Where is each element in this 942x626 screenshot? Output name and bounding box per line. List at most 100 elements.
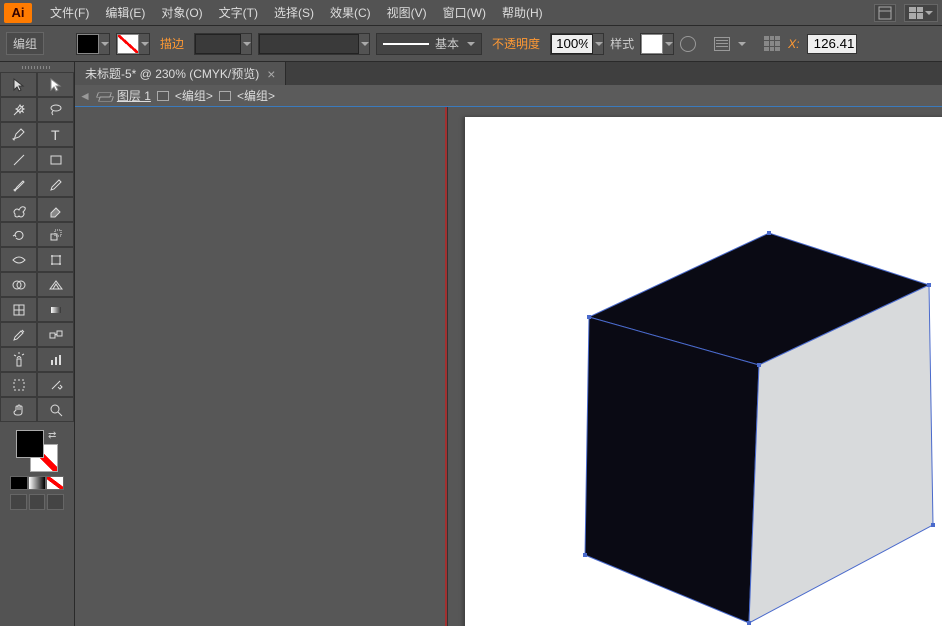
fill-swatch[interactable] <box>76 33 110 55</box>
width-tool[interactable] <box>0 247 37 272</box>
color-mode-fill[interactable] <box>10 476 28 490</box>
artboard: jingy <box>465 117 942 626</box>
workspace-switcher[interactable] <box>904 4 938 22</box>
paintbrush-tool[interactable] <box>0 172 37 197</box>
scale-tool[interactable] <box>37 222 74 247</box>
eyedropper-tool[interactable] <box>0 322 37 347</box>
menu-file[interactable]: 文件(F) <box>42 4 97 21</box>
menu-bar: Ai 文件(F) 编辑(E) 对象(O) 文字(T) 选择(S) 效果(C) 视… <box>0 0 942 26</box>
pen-tool[interactable] <box>0 122 37 147</box>
perspective-grid-tool[interactable] <box>37 272 74 297</box>
opacity-field[interactable] <box>551 34 593 54</box>
arrange-documents-icon[interactable] <box>874 4 896 22</box>
free-transform-tool[interactable] <box>37 247 74 272</box>
hand-tool[interactable] <box>0 397 37 422</box>
menu-edit[interactable]: 编辑(E) <box>97 4 153 21</box>
menu-help[interactable]: 帮助(H) <box>494 4 551 21</box>
mesh-tool[interactable] <box>0 297 37 322</box>
variable-width-profile[interactable] <box>258 33 370 55</box>
brush-definition-label: 基本 <box>435 35 459 52</box>
stroke-label[interactable]: 描边 <box>156 35 188 52</box>
chevron-down-icon <box>361 42 369 46</box>
document-tab[interactable]: 未标题-5* @ 230% (CMYK/预览) × <box>75 62 286 85</box>
selection-type-label: 编组 <box>6 32 44 55</box>
stroke-swatch[interactable] <box>116 33 150 55</box>
workspace: T ⇄ <box>0 62 942 626</box>
group-icon <box>157 91 169 101</box>
document-tab-title: 未标题-5* @ 230% (CMYK/预览) <box>85 65 259 82</box>
chevron-down-icon <box>243 42 251 46</box>
rectangle-tool[interactable] <box>37 147 74 172</box>
menu-view[interactable]: 视图(V) <box>379 4 435 21</box>
chevron-down-icon <box>665 42 673 46</box>
color-picker-zone: ⇄ <box>0 422 74 516</box>
swap-fill-stroke-icon[interactable]: ⇄ <box>48 430 58 440</box>
blob-brush-tool[interactable] <box>0 197 37 222</box>
isolation-breadcrumb: ◄ 图层 1 <编组> <编组> <box>75 85 942 107</box>
color-mode-none[interactable] <box>46 476 64 490</box>
gradient-tool[interactable] <box>37 297 74 322</box>
shape-builder-tool[interactable] <box>0 272 37 297</box>
breadcrumb-group-1[interactable]: <编组> <box>175 87 213 104</box>
chevron-down-icon <box>467 42 475 46</box>
layers-icon <box>97 90 111 102</box>
chevron-down-icon <box>738 42 746 46</box>
blend-tool[interactable] <box>37 322 74 347</box>
control-bar: 编组 描边 基本 不透明度 样式 X: <box>0 26 942 62</box>
draw-inside-icon[interactable] <box>47 494 64 510</box>
panel-grip[interactable] <box>0 62 74 72</box>
opacity-label[interactable]: 不透明度 <box>488 35 544 52</box>
close-tab-icon[interactable]: × <box>267 66 275 82</box>
transform-icon[interactable] <box>764 36 780 52</box>
menu-effect[interactable]: 效果(C) <box>322 4 379 21</box>
document-area: 未标题-5* @ 230% (CMYK/预览) × ◄ 图层 1 <编组> <编… <box>75 62 942 626</box>
direct-selection-tool[interactable] <box>37 72 74 97</box>
color-mode-gradient[interactable] <box>28 476 46 490</box>
chevron-down-icon <box>141 42 149 46</box>
menu-select[interactable]: 选择(S) <box>266 4 322 21</box>
pencil-tool[interactable] <box>37 172 74 197</box>
magic-wand-tool[interactable] <box>0 97 37 122</box>
stroke-weight-input[interactable] <box>194 33 252 55</box>
recolor-artwork-icon[interactable] <box>680 36 696 52</box>
draw-behind-icon[interactable] <box>29 494 46 510</box>
chevron-down-icon <box>595 42 603 46</box>
symbol-sprayer-tool[interactable] <box>0 347 37 372</box>
breadcrumb-layer[interactable]: 图层 1 <box>117 87 151 104</box>
menu-type[interactable]: 文字(T) <box>211 4 266 21</box>
menu-window[interactable]: 窗口(W) <box>435 4 494 21</box>
artboard-tool[interactable] <box>0 372 37 397</box>
rotate-tool[interactable] <box>0 222 37 247</box>
breadcrumb-group-2[interactable]: <编组> <box>237 87 275 104</box>
app-logo: Ai <box>4 3 32 23</box>
chevron-down-icon <box>101 42 109 46</box>
cube-artwork[interactable] <box>579 225 939 623</box>
breadcrumb-back-icon[interactable]: ◄ <box>79 89 91 103</box>
eraser-tool[interactable] <box>37 197 74 222</box>
canvas-viewport[interactable]: jingy <box>75 107 942 626</box>
opacity-input[interactable] <box>550 33 604 55</box>
slice-tool[interactable] <box>37 372 74 397</box>
selection-tool[interactable] <box>0 72 37 97</box>
column-graph-tool[interactable] <box>37 347 74 372</box>
align-icon[interactable] <box>714 37 730 51</box>
zoom-tool[interactable] <box>37 397 74 422</box>
group-icon <box>219 91 231 101</box>
x-coordinate-field[interactable] <box>807 34 857 54</box>
artboard-edge <box>445 107 448 626</box>
fill-color-swatch[interactable] <box>16 430 44 458</box>
brush-definition[interactable]: 基本 <box>376 33 482 55</box>
chevron-down-icon <box>925 11 933 15</box>
menu-object[interactable]: 对象(O) <box>153 4 210 21</box>
graphic-style-swatch[interactable] <box>640 33 674 55</box>
lasso-tool[interactable] <box>37 97 74 122</box>
style-label[interactable]: 样式 <box>610 35 634 52</box>
type-tool[interactable]: T <box>37 122 74 147</box>
x-coordinate-label: X: <box>786 37 801 51</box>
document-tab-bar: 未标题-5* @ 230% (CMYK/预览) × <box>75 62 942 85</box>
line-tool[interactable] <box>0 147 37 172</box>
tools-panel: T ⇄ <box>0 62 75 626</box>
draw-normal-icon[interactable] <box>10 494 27 510</box>
stroke-weight-field[interactable] <box>195 34 241 54</box>
svg-text:T: T <box>51 127 60 143</box>
